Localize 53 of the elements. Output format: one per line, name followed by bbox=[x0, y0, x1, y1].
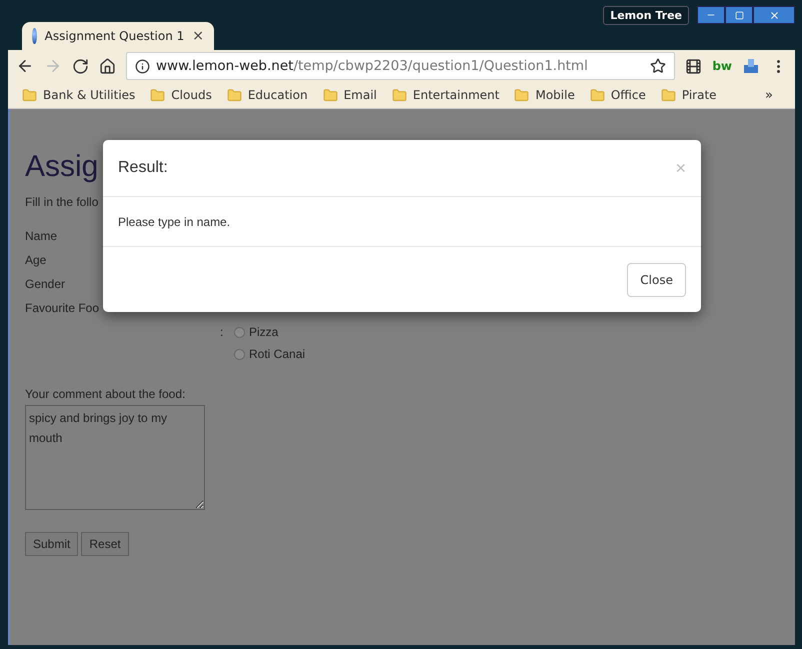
film-reel-icon[interactable] bbox=[685, 58, 702, 74]
reload-button[interactable] bbox=[72, 58, 89, 74]
close-icon bbox=[768, 10, 780, 20]
maximize-icon bbox=[734, 10, 744, 20]
folder-icon bbox=[660, 88, 676, 102]
page-heading: Assig bbox=[25, 149, 98, 185]
bookmark-folder[interactable]: Clouds bbox=[144, 88, 221, 102]
folder-icon bbox=[226, 88, 242, 102]
tab-title: Assignment Question 1 bbox=[44, 29, 184, 43]
info-icon bbox=[135, 58, 150, 74]
folder-icon bbox=[322, 88, 338, 102]
field-label: Favourite Foo bbox=[25, 300, 100, 316]
tray-icon[interactable] bbox=[742, 57, 760, 75]
field-label: Age bbox=[25, 252, 46, 268]
radio-button[interactable] bbox=[234, 326, 245, 338]
form-button[interactable]: Submit bbox=[25, 532, 78, 556]
profile-badge[interactable]: Lemon Tree bbox=[603, 6, 689, 25]
close-window-button[interactable] bbox=[753, 6, 795, 24]
folder-icon bbox=[22, 88, 37, 102]
field-label: Name bbox=[25, 228, 58, 244]
folder-icon bbox=[392, 88, 407, 102]
bookmark-folder[interactable]: Entertainment bbox=[386, 88, 508, 102]
bookmark-folder[interactable]: Office bbox=[584, 88, 655, 102]
close-button[interactable]: Close bbox=[627, 262, 686, 296]
bookmark-folder[interactable]: Bank & Utilities bbox=[16, 88, 144, 102]
food-option[interactable]: Roti Canai bbox=[234, 346, 306, 362]
radio-button[interactable] bbox=[234, 348, 245, 360]
address-bar[interactable]: www.lemon-web.net/temp/cbwp2203/question1/Question1.html bbox=[126, 52, 676, 80]
browser-tab[interactable]: Assignment Question 1 × bbox=[22, 22, 214, 50]
bookmark-folder[interactable]: Mobile bbox=[508, 88, 584, 102]
folder-icon bbox=[150, 88, 166, 102]
bookmark-folder[interactable]: Education bbox=[220, 88, 317, 102]
colon-separator: : bbox=[220, 324, 224, 340]
extension-button[interactable]: bw bbox=[712, 59, 732, 73]
food-option[interactable]: Pizza bbox=[234, 324, 306, 340]
instructions-text: Fill in the follo bbox=[25, 194, 98, 210]
dialog-title: Result: bbox=[118, 160, 168, 176]
home-button[interactable] bbox=[99, 58, 116, 74]
field-label: Gender bbox=[25, 276, 66, 292]
dialog-message: Please type in name. bbox=[118, 214, 230, 230]
bookmark-folder[interactable]: Email bbox=[316, 88, 386, 102]
folder-icon bbox=[590, 88, 605, 102]
maximize-button[interactable] bbox=[725, 6, 753, 24]
comment-label: Your comment about the food: bbox=[25, 386, 186, 402]
bookmark-folder[interactable]: Pirate bbox=[654, 88, 726, 102]
comment-field[interactable]: spicy and brings joy to my mouth bbox=[25, 405, 205, 510]
tab-close-button[interactable]: × bbox=[192, 28, 204, 44]
back-button[interactable] bbox=[16, 57, 34, 75]
form-button[interactable]: Reset bbox=[81, 532, 129, 556]
minimize-button[interactable] bbox=[697, 6, 725, 24]
folder-icon bbox=[514, 88, 530, 102]
more-bookmarks-button[interactable]: » bbox=[765, 88, 773, 102]
bookmark-star-icon[interactable] bbox=[650, 58, 666, 74]
